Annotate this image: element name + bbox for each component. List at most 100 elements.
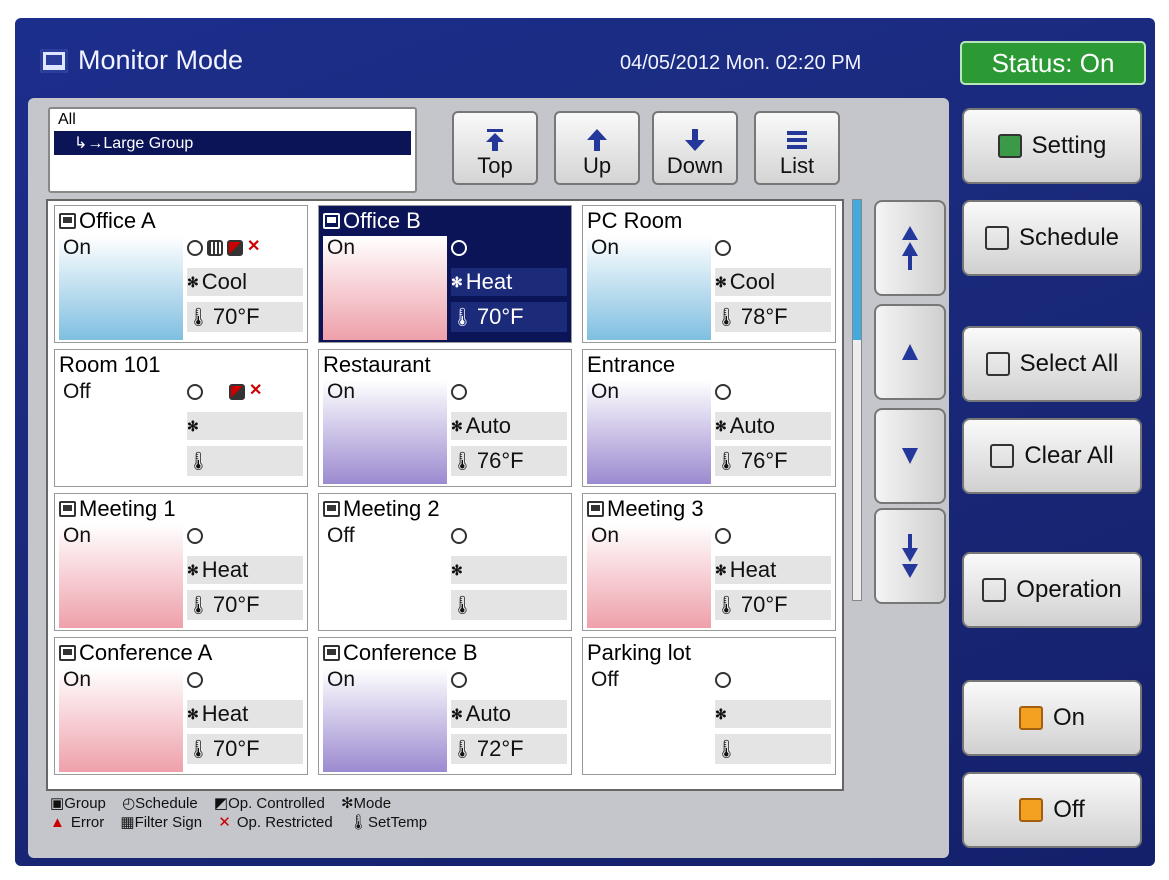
tile-name: Parking lot: [587, 640, 691, 665]
tile-icons: [715, 672, 731, 688]
grid-scrollbar[interactable]: [852, 199, 862, 601]
group-tree[interactable]: All ↳→Large Group: [48, 107, 417, 193]
mode-icon: ✻: [451, 417, 463, 434]
legend-settemp: 🌡SetTemp: [348, 814, 428, 831]
tile-pc-room[interactable]: PC Room On ✻ Cool 🌡 78°F: [582, 205, 836, 343]
tile-mode: ✻ Heat: [715, 556, 831, 584]
tile-status: On: [591, 380, 620, 403]
scroll-thumb[interactable]: [853, 200, 861, 340]
tile-meeting-1[interactable]: Meeting 1 On ✻ Heat 🌡 70°F: [54, 493, 308, 631]
tile-temp: 🌡 76°F: [715, 446, 831, 476]
tile-temp: 🌡 76°F: [451, 446, 567, 476]
legend-error: ▲ Error: [50, 814, 105, 831]
schedule-icon: [715, 672, 731, 688]
tile-icons: [715, 240, 731, 256]
tile-meeting-3[interactable]: Meeting 3 On ✻ Heat 🌡 70°F: [582, 493, 836, 631]
op-restricted-icon: ✕: [249, 382, 263, 399]
tile-conference-b[interactable]: Conference B On ✻ Auto 🌡 72°F: [318, 637, 572, 775]
setting-button[interactable]: Setting: [962, 108, 1142, 184]
page-title: Monitor Mode: [78, 45, 244, 75]
tile-status: On: [327, 668, 356, 691]
datetime: 04/05/2012 Mon. 02:20 PM: [620, 52, 862, 74]
thermometer-icon: 🌡: [451, 738, 474, 759]
schedule-icon: [451, 384, 467, 400]
scroll-up-button[interactable]: [874, 304, 946, 400]
tile-mode: ✻ Auto: [451, 412, 567, 440]
schedule-icon: [984, 226, 1009, 250]
tile-icons: ✕: [187, 382, 263, 400]
tile-icons: [451, 240, 467, 256]
tile-temp: 🌡: [715, 734, 831, 764]
group-icon: [59, 645, 76, 661]
thermometer-icon: 🌡: [451, 594, 474, 615]
legend-filter: ▦Filter Sign: [120, 814, 203, 831]
tile-mode: ✻ Auto: [715, 412, 831, 440]
tile-temp: 🌡 70°F: [451, 302, 567, 332]
tile-entrance[interactable]: Entrance On ✻ Auto 🌡 76°F: [582, 349, 836, 487]
list-button[interactable]: List: [754, 111, 840, 185]
tile-conference-a[interactable]: Conference A On ✻ Heat 🌡 70°F: [54, 637, 308, 775]
legend-op-restricted: ✕ Op. Restricted: [218, 814, 333, 831]
down-button[interactable]: Down: [652, 111, 738, 185]
schedule-icon: [187, 240, 203, 256]
tile-status: On: [591, 524, 620, 547]
legend-group: ▣Group: [50, 795, 106, 812]
on-indicator-icon: [1018, 706, 1043, 730]
tile-office-b[interactable]: Office B On ✻ Heat 🌡 70°F: [318, 205, 572, 343]
up-triangle-icon: [902, 344, 918, 360]
schedule-button[interactable]: Schedule: [962, 200, 1142, 276]
tile-temp: 🌡 72°F: [451, 734, 567, 764]
thermometer-icon: 🌡: [715, 306, 738, 327]
clear-all-button[interactable]: Clear All: [962, 418, 1142, 494]
mode-icon: ✻: [715, 705, 727, 722]
tree-item-large-group[interactable]: ↳→Large Group: [54, 131, 411, 155]
down-label: Down: [666, 153, 724, 178]
tile-temp: 🌡: [187, 446, 303, 476]
mode-icon: ✻: [715, 561, 727, 578]
tile-name: Meeting 1: [59, 496, 176, 522]
tile-mode: ✻ Heat: [187, 556, 303, 584]
tile-name: Meeting 2: [323, 496, 440, 522]
tile-mode: ✻: [715, 700, 831, 728]
tree-item-all[interactable]: All: [50, 109, 415, 131]
thermometer-icon: 🌡: [187, 738, 210, 759]
scroll-top-button[interactable]: [874, 200, 946, 296]
tile-restaurant[interactable]: Restaurant On ✻ Auto 🌡 76°F: [318, 349, 572, 487]
tile-name: Meeting 3: [587, 496, 704, 522]
op-restricted-icon: ✕: [247, 238, 261, 255]
tile-icons: ✕: [187, 238, 261, 256]
list-icon: [787, 131, 807, 149]
tile-name: Office B: [323, 208, 421, 234]
mode-icon: ✻: [187, 561, 199, 578]
mode-icon: ✻: [715, 273, 727, 290]
status-badge[interactable]: Status: On: [960, 41, 1146, 85]
tile-status: On: [63, 668, 92, 691]
tile-icons: [451, 528, 467, 544]
schedule-icon: [451, 528, 467, 544]
scroll-bottom-button[interactable]: [874, 508, 946, 604]
select-all-button[interactable]: Select All: [962, 326, 1142, 402]
double-up-arrow-icon: [902, 226, 918, 270]
off-button[interactable]: Off: [962, 772, 1142, 848]
tile-parking-lot[interactable]: Parking lot Off ✻ 🌡: [582, 637, 836, 775]
tile-meeting-2[interactable]: Meeting 2 Off ✻ 🌡: [318, 493, 572, 631]
thermometer-icon: 🌡: [715, 594, 738, 615]
scroll-down-button[interactable]: [874, 408, 946, 504]
top-button[interactable]: Top: [452, 111, 538, 185]
tile-temp: 🌡: [451, 590, 567, 620]
tile-name: Restaurant: [323, 352, 431, 377]
tile-name: Conference A: [59, 640, 212, 666]
up-button[interactable]: Up: [554, 111, 640, 185]
schedule-icon: [187, 384, 203, 400]
operation-button[interactable]: Operation: [962, 552, 1142, 628]
tile-mode: ✻ Heat: [451, 268, 567, 296]
tile-temp: 🌡 70°F: [187, 590, 303, 620]
tile-office-a[interactable]: Office A On ✕ ✻ Cool 🌡 70°F: [54, 205, 308, 343]
thermometer-icon: 🌡: [451, 450, 474, 471]
down-arrow-icon: [685, 129, 705, 151]
on-button[interactable]: On: [962, 680, 1142, 756]
schedule-icon: [187, 672, 203, 688]
down-triangle-icon: [902, 448, 918, 464]
tile-mode: ✻ Cool: [715, 268, 831, 296]
tile-room-101[interactable]: Room 101 Off ✕ ✻ 🌡: [54, 349, 308, 487]
